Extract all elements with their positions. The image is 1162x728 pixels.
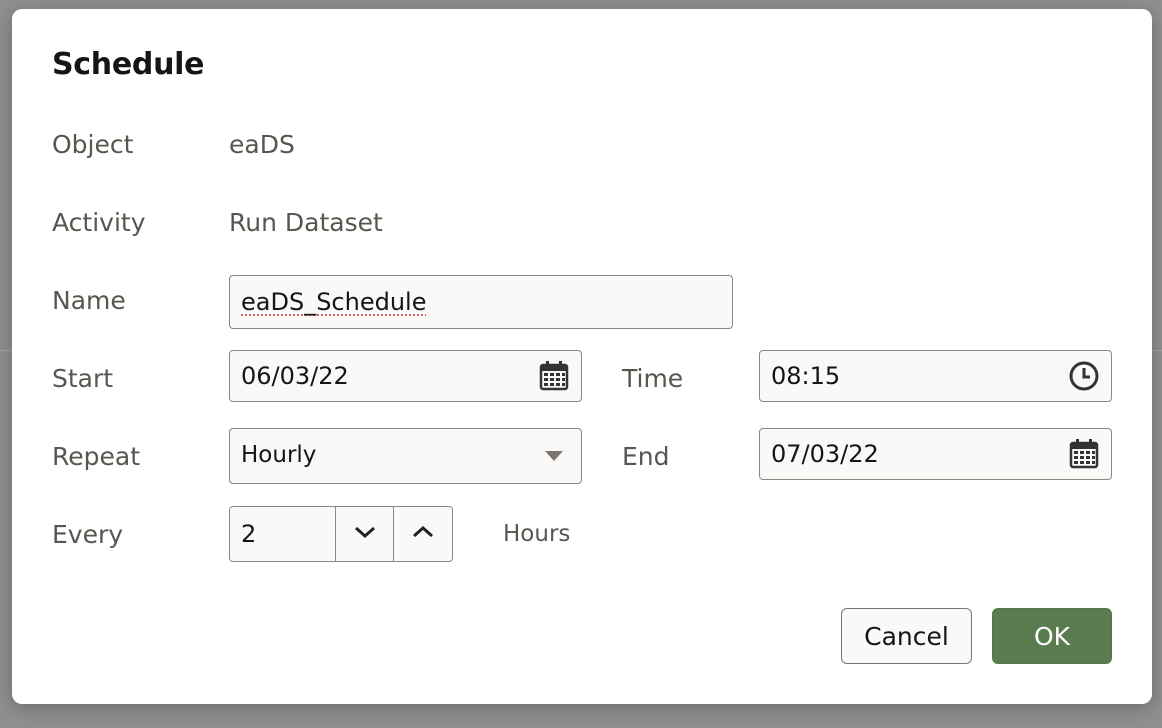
- activity-label: Activity: [52, 208, 146, 237]
- start-date-value: 06/03/22: [241, 362, 349, 390]
- ok-button[interactable]: OK: [992, 608, 1112, 664]
- repeat-select[interactable]: Hourly: [229, 428, 582, 484]
- calendar-icon[interactable]: [537, 359, 571, 393]
- start-date-input[interactable]: 06/03/22: [229, 350, 582, 402]
- cancel-button[interactable]: Cancel: [841, 608, 972, 664]
- time-input[interactable]: 08:15: [759, 350, 1112, 402]
- end-date-value: 07/03/22: [771, 440, 879, 468]
- activity-value: Run Dataset: [229, 208, 383, 237]
- repeat-label: Repeat: [52, 442, 141, 471]
- every-label: Every: [52, 520, 124, 549]
- every-unit-label: Hours: [503, 521, 571, 547]
- decrement-button[interactable]: [335, 507, 393, 561]
- schedule-dialog: Schedule Object eaDS Activity Run Datase…: [12, 9, 1152, 704]
- every-stepper[interactable]: 2: [229, 506, 453, 562]
- object-value: eaDS: [229, 130, 295, 159]
- increment-button[interactable]: [393, 507, 451, 561]
- start-label: Start: [52, 364, 114, 393]
- every-value: 2: [241, 520, 257, 548]
- calendar-icon[interactable]: [1067, 437, 1101, 471]
- dialog-title: Schedule: [52, 47, 205, 82]
- name-input-value: eaDS_Schedule: [241, 288, 427, 316]
- end-label: End: [622, 442, 670, 471]
- name-label: Name: [52, 286, 126, 315]
- time-value: 08:15: [771, 362, 841, 390]
- clock-icon[interactable]: [1067, 359, 1101, 393]
- time-label: Time: [622, 364, 684, 393]
- object-label: Object: [52, 130, 134, 159]
- end-date-input[interactable]: 07/03/22: [759, 428, 1112, 480]
- name-input[interactable]: eaDS_Schedule: [229, 275, 733, 329]
- chevron-up-icon: [411, 524, 435, 544]
- chevron-down-icon: [353, 524, 377, 544]
- triangle-down-icon[interactable]: [537, 439, 571, 473]
- repeat-select-value: Hourly: [241, 442, 317, 468]
